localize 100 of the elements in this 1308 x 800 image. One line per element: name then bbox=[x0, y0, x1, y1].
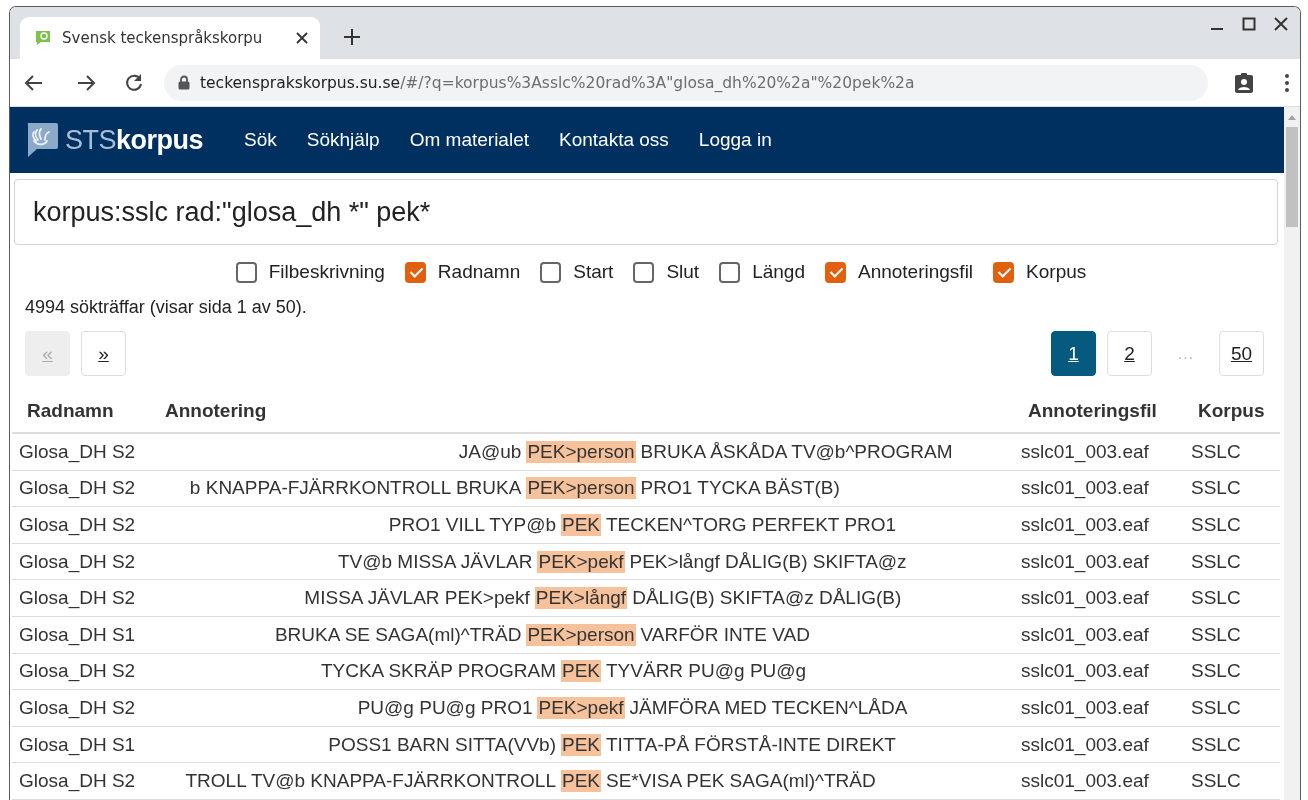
left-context-text: POSS1 BARN SITTA(VVb) bbox=[327, 733, 557, 756]
table-cell-text: Glosa_DH S1 bbox=[18, 733, 137, 756]
url-text: teckensprakskorpus.su.se/#/?q=korpus%3Asslc%20rad%3A"glosa_dh%20%2a"%20pek%2a bbox=[200, 73, 915, 92]
table-cell-text: Glosa_DH S1 bbox=[18, 623, 137, 646]
match-highlight: PEK>person bbox=[526, 623, 636, 646]
right-context-text: PRO1 TYCKA BÄST(B) bbox=[639, 477, 841, 500]
left-context-text: TYCKA SKRÄP PROGRAM bbox=[319, 660, 557, 683]
right-context-text: JÄMFÖRA MED TECKEN^LÅDA bbox=[628, 696, 909, 719]
table-cell-text: SSLC bbox=[1190, 477, 1242, 500]
right-context-text: SE*VISA PEK SAGA(ml)^TRÄD bbox=[605, 770, 877, 793]
nav-link[interactable]: Logga in bbox=[683, 129, 787, 151]
table-cell-text: SSLC bbox=[1190, 550, 1242, 573]
match-highlight: PEK bbox=[561, 733, 601, 756]
favicon-icon bbox=[34, 29, 52, 47]
table-cell-text: Glosa_DH S2 bbox=[18, 770, 137, 793]
left-context-text: MISSA JÄVLAR PEK>pekf bbox=[303, 587, 531, 610]
right-context-text: TYVÄRR PU@g PU@g bbox=[605, 660, 808, 683]
profile-badge-icon[interactable] bbox=[1234, 71, 1254, 94]
left-context-text: b KNAPPA-FJÄRRKONTROLL BRUKA bbox=[188, 477, 523, 500]
table-cell-text: SSLC bbox=[1190, 660, 1242, 683]
table-cell-text: sslc01_003.eaf bbox=[1020, 770, 1150, 793]
table-cell-text: SSLC bbox=[1190, 770, 1242, 793]
column-header[interactable]: Radnamn bbox=[12, 399, 158, 422]
checkbox[interactable] bbox=[719, 261, 741, 283]
maximize-icon[interactable] bbox=[1242, 17, 1256, 31]
nav-link[interactable]: Sökhjälp bbox=[291, 129, 395, 151]
left-context-text: TROLL TV@b KNAPPA-FJÄRRKONTROLL bbox=[184, 770, 557, 793]
table-cell-text: sslc01_003.eaf bbox=[1020, 733, 1150, 756]
table-cell-text: Glosa_DH S2 bbox=[18, 477, 137, 500]
table-cell-text: Glosa_DH S2 bbox=[18, 587, 137, 610]
checkbox-label[interactable]: Längd bbox=[752, 261, 805, 283]
left-context-text: JA@ub bbox=[457, 440, 523, 463]
table-cell-text: sslc01_003.eaf bbox=[1020, 514, 1150, 536]
match-highlight: PEK>person bbox=[526, 477, 636, 500]
checkbox[interactable] bbox=[824, 261, 846, 283]
reload-icon[interactable] bbox=[124, 72, 144, 93]
nav-link[interactable]: Kontakta oss bbox=[544, 129, 684, 151]
page-ellipsis: … bbox=[1176, 343, 1195, 364]
browser-tab[interactable]: Svensk teckenspråkskorpu bbox=[20, 17, 320, 59]
next-page-button[interactable]: » bbox=[81, 331, 126, 376]
back-arrow-icon[interactable] bbox=[24, 72, 44, 93]
table-cell-text: Glosa_DH S2 bbox=[18, 696, 137, 719]
table-cell-text: Glosa_DH S2 bbox=[18, 660, 137, 683]
checkbox[interactable] bbox=[404, 261, 426, 283]
table-cell-text: SSLC bbox=[1190, 587, 1242, 610]
close-icon[interactable] bbox=[296, 32, 308, 44]
match-highlight: PEK>pekf bbox=[537, 550, 625, 573]
left-context-text: TV@b MISSA JÄVLAR bbox=[336, 550, 534, 573]
table-cell-text: sslc01_003.eaf bbox=[1020, 696, 1150, 719]
address-bar[interactable]: teckensprakskorpus.su.se/#/?q=korpus%3Asslc%20rad%3A"glosa_dh%20%2a"%20pek%2a bbox=[164, 64, 1208, 101]
left-context-text: PU@g PU@g PRO1 bbox=[356, 696, 534, 719]
result-count: 4994 sökträffar (visar sida 1 av 50). bbox=[25, 297, 308, 318]
column-header[interactable]: Annoteringsfil bbox=[1004, 399, 1184, 422]
lock-icon bbox=[178, 75, 190, 90]
forward-arrow-icon[interactable] bbox=[76, 72, 96, 93]
checkbox[interactable] bbox=[993, 261, 1015, 283]
scrollbar[interactable] bbox=[1284, 107, 1300, 800]
checkbox[interactable] bbox=[540, 261, 562, 283]
page-button[interactable]: 2 bbox=[1107, 331, 1152, 376]
checkbox[interactable] bbox=[235, 261, 257, 283]
nav-link[interactable]: Sök bbox=[229, 129, 292, 151]
table-cell-text: sslc01_003.eaf bbox=[1020, 477, 1150, 500]
checkbox-label[interactable]: Start bbox=[573, 261, 614, 283]
menu-icon[interactable] bbox=[1284, 72, 1290, 93]
left-context-text: PRO1 VILL TYP@b bbox=[387, 514, 557, 536]
page-button[interactable]: 1 bbox=[1051, 331, 1096, 376]
table-cell-text: sslc01_003.eaf bbox=[1020, 660, 1150, 683]
checkbox-label[interactable]: Annoteringsfil bbox=[857, 261, 974, 283]
right-context-text: TECKEN^TORG PERFEKT PRO1 bbox=[605, 514, 898, 536]
checkbox-label[interactable]: Korpus bbox=[1026, 261, 1087, 283]
table-cell-text: SSLC bbox=[1190, 514, 1242, 536]
match-highlight: PEK bbox=[561, 514, 601, 536]
logo-text[interactable]: STSkorpus bbox=[65, 124, 204, 156]
table-cell-text: SSLC bbox=[1190, 440, 1242, 463]
match-highlight: PEK>person bbox=[526, 440, 636, 463]
table-cell-text: sslc01_003.eaf bbox=[1020, 587, 1150, 610]
scrollbar-thumb[interactable] bbox=[1286, 127, 1298, 227]
checkbox-label[interactable]: Radnamn bbox=[437, 261, 521, 283]
table-cell-text: SSLC bbox=[1190, 696, 1242, 719]
match-highlight: PEK bbox=[561, 660, 601, 683]
right-context-text: DÅLIG(B) SKIFTA@z DÅLIG(B) bbox=[631, 587, 903, 610]
table-cell-text: Glosa_DH S2 bbox=[18, 514, 137, 536]
table-cell-text: SSLC bbox=[1190, 733, 1242, 756]
tab-title: Svensk teckenspråkskorpu bbox=[62, 29, 264, 47]
nav-link[interactable]: Om materialet bbox=[394, 129, 544, 151]
page-button[interactable]: 50 bbox=[1219, 331, 1264, 376]
search-field[interactable]: korpus:sslc rad:"glosa_dh *" pek* bbox=[14, 179, 1278, 245]
checkbox-label[interactable]: Filbeskrivning bbox=[268, 261, 385, 283]
table-cell-text: SSLC bbox=[1190, 623, 1242, 646]
checkbox-label[interactable]: Slut bbox=[666, 261, 700, 283]
table-cell-text: Glosa_DH S2 bbox=[18, 440, 137, 463]
column-header[interactable]: Korpus bbox=[1184, 399, 1280, 422]
close-icon[interactable] bbox=[1274, 17, 1288, 31]
checkbox[interactable] bbox=[633, 261, 655, 283]
column-header[interactable]: Annotering bbox=[158, 399, 1004, 422]
right-context-text: BRUKA ÅSKÅDA TV@b^PROGRAM bbox=[639, 440, 954, 463]
table-cell-text: Glosa_DH S2 bbox=[18, 550, 137, 573]
logo-icon[interactable] bbox=[25, 121, 59, 159]
match-highlight: PEK>pekf bbox=[537, 696, 625, 719]
table-cell-text: sslc01_003.eaf bbox=[1020, 623, 1150, 646]
